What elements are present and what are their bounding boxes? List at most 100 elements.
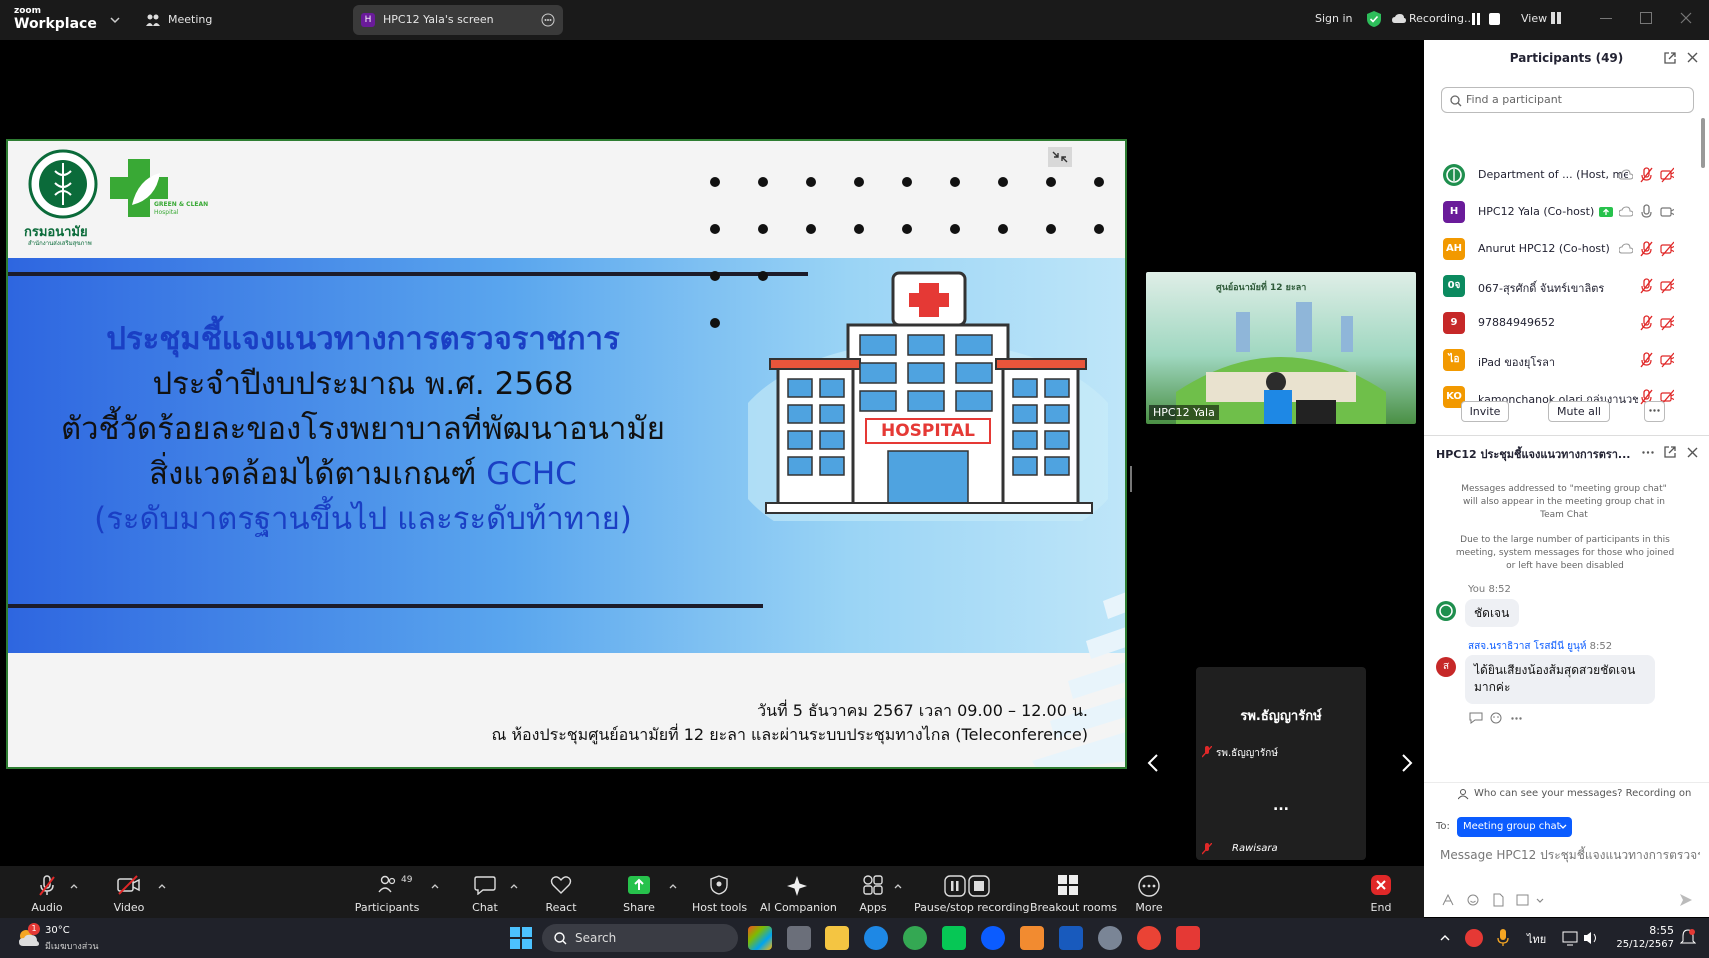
muted-microphone-icon[interactable]	[1639, 278, 1653, 294]
minimize-icon[interactable]	[1600, 18, 1612, 20]
windows-start-icon[interactable]	[510, 927, 532, 949]
apps-button[interactable]: Apps	[848, 866, 898, 918]
pause-stop-recording-button[interactable]: Pause/stop recording	[914, 866, 1029, 918]
view-menu[interactable]: View	[1521, 12, 1547, 25]
network-icon[interactable]	[1562, 930, 1578, 946]
maximize-icon[interactable]	[1640, 12, 1652, 24]
muted-microphone-icon[interactable]	[1639, 241, 1653, 257]
chat-close-icon[interactable]	[1687, 447, 1698, 458]
file-explorer-icon[interactable]	[825, 926, 849, 950]
chat-options-chevron-icon[interactable]	[510, 883, 518, 889]
task-view-icon[interactable]	[787, 926, 811, 950]
more-button[interactable]: More	[1124, 866, 1174, 918]
panel-resize-handle[interactable]	[1130, 466, 1132, 492]
share-options-chevron-icon[interactable]	[669, 883, 677, 889]
breakout-rooms-button[interactable]: Breakout rooms	[1030, 866, 1117, 918]
stop-recording-icon[interactable]	[1489, 13, 1500, 25]
video-off-icon[interactable]	[1660, 352, 1674, 368]
muted-microphone-icon[interactable]	[1639, 167, 1653, 183]
participant-search-input[interactable]: Find a participant	[1466, 93, 1562, 106]
host-tools-button[interactable]: Host tools	[692, 866, 747, 918]
participant-scrollbar[interactable]	[1701, 118, 1705, 168]
input-language[interactable]: ไทย	[1527, 930, 1546, 948]
word-app-icon[interactable]	[1059, 926, 1083, 950]
muted-microphone-icon[interactable]	[1639, 315, 1653, 331]
pop-out-icon[interactable]	[1664, 52, 1676, 64]
chevron-down-icon[interactable]	[1536, 898, 1544, 904]
sign-in-link[interactable]: Sign in	[1315, 12, 1353, 25]
close-icon[interactable]	[1687, 52, 1698, 63]
volume-icon[interactable]	[1583, 930, 1599, 946]
share-button[interactable]: Share	[614, 866, 664, 918]
participant-row[interactable]: 0จ 067-สุรศักดิ์ จันทร์เขาลิตร	[1424, 268, 1696, 305]
screenshot-icon[interactable]	[1516, 894, 1530, 906]
recipient-select[interactable]: Meeting group chat	[1457, 817, 1572, 837]
format-text-icon[interactable]	[1441, 894, 1455, 906]
mute-all-button[interactable]: Mute all	[1548, 401, 1610, 422]
shared-screen[interactable]: กรมอนามัย สำนักงานส่งเสริมสุขภาพ GREEN &…	[6, 139, 1127, 769]
emoji-icon[interactable]	[1467, 894, 1479, 906]
sync-status-icon[interactable]	[1465, 929, 1483, 947]
audio-button[interactable]: Audio	[22, 866, 72, 918]
next-page-icon[interactable]	[1401, 754, 1413, 772]
video-off-icon[interactable]	[1660, 278, 1674, 294]
chat-button[interactable]: Chat	[460, 866, 510, 918]
video-tile-thanyarak[interactable]: รพ.ธัญญารักษ์ รพ.ธัญญารักษ์ ... Rawisara	[1196, 667, 1366, 860]
participant-row[interactable]: Department of ... (Host, me)	[1424, 157, 1696, 194]
pause-recording-icon[interactable]	[1471, 13, 1481, 25]
who-can-see-link[interactable]: Who can see your messages? Recording on	[1474, 788, 1691, 799]
participant-search-box[interactable]: Find a participant	[1441, 87, 1694, 113]
chat-message-input[interactable]: Message HPC12 ประชุมชี้แจงแนวทางการตรวจร…	[1440, 846, 1700, 865]
chrome-browser-icon[interactable]	[903, 926, 927, 950]
clock-date[interactable]: 25/12/2567	[1600, 939, 1674, 950]
emoji-reaction-icon[interactable]	[1490, 712, 1502, 724]
zoom-app-icon[interactable]	[981, 926, 1005, 950]
apps-options-chevron-icon[interactable]	[894, 883, 902, 889]
invite-button[interactable]: Invite	[1461, 401, 1509, 422]
microphone-icon[interactable]	[1639, 204, 1653, 220]
show-hidden-icons-chevron[interactable]	[1440, 934, 1450, 942]
meeting-tab-label[interactable]: Meeting	[168, 13, 212, 26]
video-off-icon[interactable]	[1660, 315, 1674, 331]
chat-more-icon[interactable]	[1642, 451, 1654, 454]
close-window-icon[interactable]	[1680, 12, 1692, 24]
video-off-icon[interactable]	[1660, 241, 1674, 257]
microphone-in-use-icon[interactable]	[1497, 929, 1509, 947]
edge-browser-icon[interactable]	[864, 926, 888, 950]
view-grid-icon[interactable]	[1551, 12, 1561, 24]
orange-app-icon[interactable]	[1020, 926, 1044, 950]
participant-row[interactable]: H HPC12 Yala (Co-host)	[1424, 194, 1696, 231]
audio-options-chevron-icon[interactable]	[70, 883, 78, 889]
video-tile-hpc12-yala[interactable]: ศูนย์อนามัยที่ 12 ยะลา HPC12 Yala	[1146, 272, 1416, 424]
taskbar-search-box[interactable]: Search	[542, 924, 738, 952]
muted-microphone-icon[interactable]	[1639, 352, 1653, 368]
chevron-down-icon[interactable]	[110, 16, 120, 24]
participant-row[interactable]: ไอ iPad ของยุโรลา	[1424, 342, 1696, 379]
message-more-icon[interactable]	[1511, 717, 1522, 720]
file-attach-icon[interactable]	[1492, 893, 1504, 907]
send-icon[interactable]	[1679, 893, 1693, 907]
share-screen-tab[interactable]: H HPC12 Yala's screen	[353, 5, 563, 35]
reply-icon[interactable]	[1469, 712, 1483, 724]
chat-pop-out-icon[interactable]	[1664, 446, 1676, 458]
settings-app-icon[interactable]	[1098, 926, 1122, 950]
video-button[interactable]: Video	[104, 866, 154, 918]
video-off-icon[interactable]	[1660, 167, 1674, 183]
participants-options-chevron-icon[interactable]	[431, 883, 439, 889]
end-meeting-button[interactable]: End	[1356, 866, 1406, 918]
participant-row[interactable]: AH Anurut HPC12 (Co-host)	[1424, 231, 1696, 268]
copilot-app-icon[interactable]	[748, 926, 772, 950]
more-participants-button[interactable]	[1644, 401, 1665, 422]
notification-bell-icon[interactable]	[1680, 929, 1696, 947]
chrome-profile-icon[interactable]	[1137, 926, 1161, 950]
previous-page-icon[interactable]	[1147, 754, 1159, 772]
taskbar-search-input[interactable]: Search	[575, 931, 616, 945]
more-options-icon[interactable]	[541, 13, 555, 27]
line-app-icon[interactable]	[942, 926, 966, 950]
participants-button[interactable]: 49 Participants	[354, 866, 420, 918]
ai-companion-button[interactable]: AI Companion	[760, 866, 837, 918]
video-icon[interactable]	[1660, 204, 1674, 220]
shield-check-icon[interactable]	[1367, 11, 1381, 27]
participant-row[interactable]: 9 97884949652	[1424, 305, 1696, 342]
anydesk-app-icon[interactable]	[1176, 926, 1200, 950]
